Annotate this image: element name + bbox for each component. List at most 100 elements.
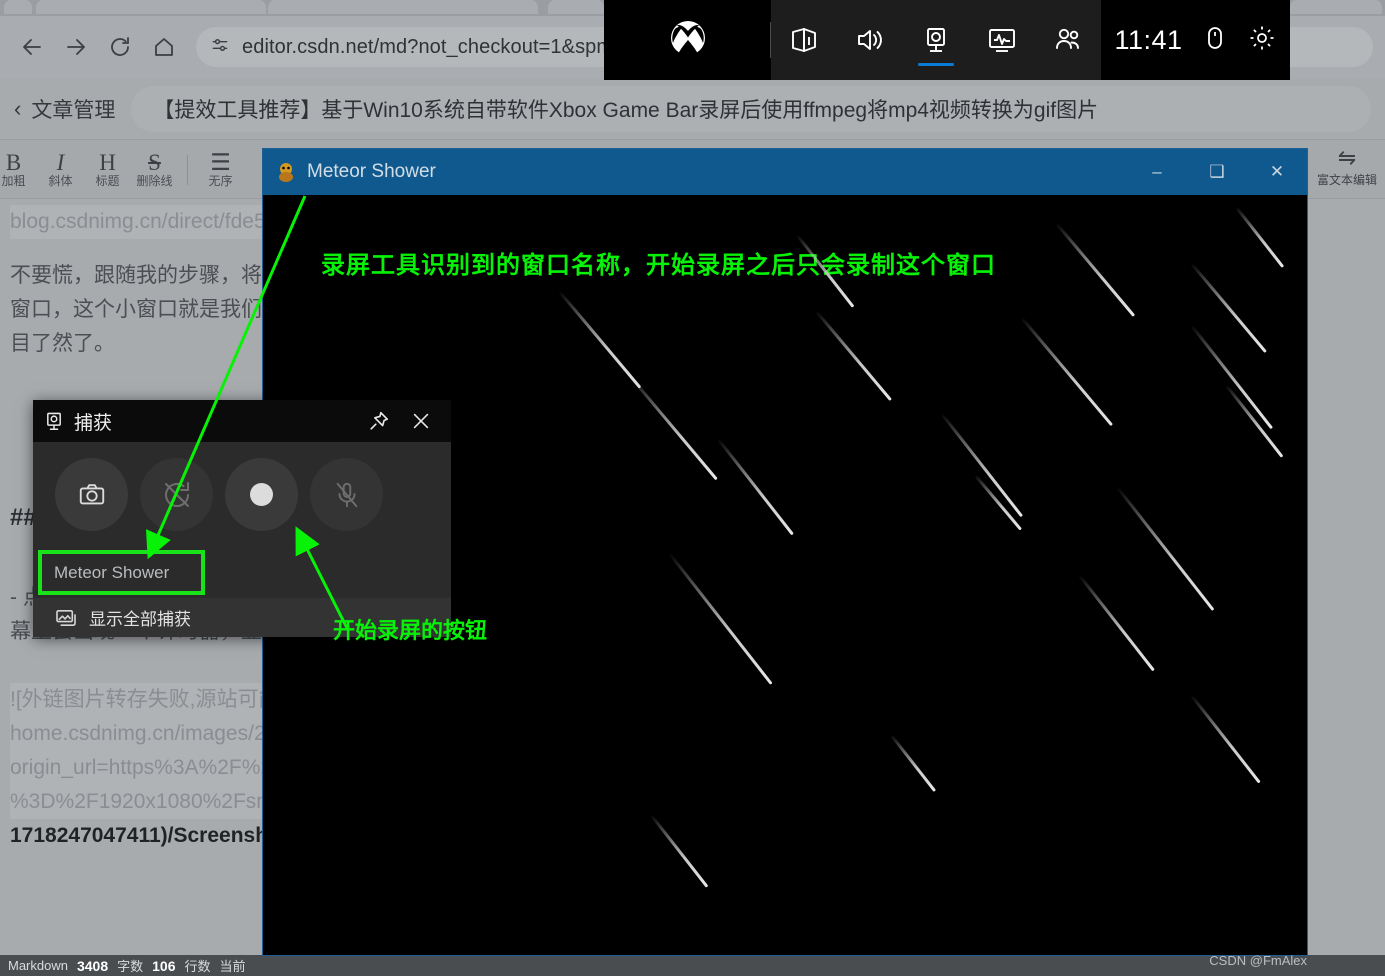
meteor-streak: [815, 311, 892, 402]
breadcrumb: ‹ 文章管理 【提效工具推荐】基于Win10系统自带软件Xbox Game Ba…: [0, 78, 1385, 140]
gamebar-divider: [770, 22, 771, 58]
tab-item[interactable]: [36, 0, 266, 14]
toolbar-strikethrough-label: 删除线: [136, 174, 173, 188]
mouse-icon[interactable]: [1201, 24, 1229, 57]
clock-time: 11:41: [1114, 24, 1183, 55]
meteor-streak: [1190, 695, 1261, 784]
meteor-streak: [1078, 575, 1155, 672]
toolbar-divider: [187, 154, 188, 185]
audio-speaker-icon[interactable]: [841, 0, 899, 80]
meteor-streak: [890, 735, 937, 793]
gear-icon[interactable]: [1247, 23, 1277, 58]
bold-icon: B: [5, 150, 22, 175]
status-bar: Markdown 3408 字数 106 行数 当前: [0, 955, 1385, 976]
meteor-streak: [668, 553, 773, 685]
article-title-input[interactable]: 【提效工具推荐】基于Win10系统自带软件Xbox Game Bar录屏后使用f…: [131, 85, 1371, 132]
meteor-streak: [650, 815, 709, 888]
status-linecount-value: 106: [152, 957, 176, 974]
meteor-streak: [628, 375, 718, 481]
article-title-text: 【提效工具推荐】基于Win10系统自带软件Xbox Game Bar录屏后使用f…: [153, 98, 1099, 122]
meteor-streak: [1235, 207, 1285, 268]
toolbar-heading-label: 标题: [95, 174, 120, 188]
toolbar-bold-label: 加粗: [1, 174, 26, 188]
tab-item[interactable]: [4, 0, 32, 14]
close-icon[interactable]: [401, 400, 441, 442]
status-format: Markdown: [8, 958, 68, 973]
csdn-watermark: CSDN @FmAlex: [1209, 953, 1307, 968]
active-tab-underline: [918, 63, 954, 66]
annotation-window-name: 录屏工具识别到的窗口名称，开始录屏之后只会录制这个窗口: [321, 250, 996, 279]
heading-icon: H: [99, 150, 116, 175]
meteor-streak: [1055, 223, 1136, 317]
strikethrough-icon: S: [148, 150, 161, 175]
toolbar-bold-button[interactable]: B 加粗: [0, 151, 37, 188]
toolbar-rich-text-toggle[interactable]: ⇋ 富文本编辑: [1317, 145, 1377, 188]
breadcrumb-article-management[interactable]: 文章管理: [31, 94, 115, 124]
status-wordcount-label: 字数: [117, 959, 144, 974]
toolbar-unordered-list-button[interactable]: ☰ 无序: [197, 151, 244, 188]
record-dot-icon: [250, 483, 273, 506]
capture-icon[interactable]: [907, 0, 965, 80]
forward-arrow-icon[interactable]: [56, 27, 96, 67]
window-controls: – ❑ ✕: [1127, 149, 1307, 195]
screenshot-button[interactable]: [55, 458, 128, 531]
meteor-streak: [558, 291, 642, 389]
xbox-game-bar-toolbar: 11:41: [604, 0, 1290, 80]
toolbar-heading-button[interactable]: H 标题: [84, 151, 131, 188]
tab-item[interactable]: [548, 0, 604, 14]
capture-target-label: Meteor Shower: [54, 562, 170, 582]
meteor-streak: [1225, 385, 1284, 458]
annotation-record-button: 开始录屏的按钮: [333, 618, 488, 644]
meteor-streak: [940, 413, 1024, 518]
meteor-streak: [1020, 317, 1113, 427]
capture-widget-titlebar: 捕获: [33, 400, 451, 442]
record-last-30s-button[interactable]: [140, 458, 213, 531]
reload-icon[interactable]: [100, 27, 140, 67]
gamebar-widget-group: [771, 0, 1101, 80]
mic-toggle-button[interactable]: [310, 458, 383, 531]
gamebar-right-group: 11:41: [1101, 0, 1290, 80]
pin-icon[interactable]: [359, 400, 399, 442]
capture-widget-actions: [359, 400, 441, 442]
meteor-streak: [717, 439, 794, 536]
minimize-button[interactable]: –: [1127, 149, 1187, 195]
status-linecount-label: 行数: [184, 959, 211, 974]
capture-target-highlight[interactable]: Meteor Shower: [38, 550, 205, 595]
breadcrumb-back-icon[interactable]: ‹: [14, 96, 21, 122]
gamebar-left-group: [604, 0, 771, 80]
xbox-social-icon[interactable]: [1039, 0, 1097, 80]
meteor-streak: [1190, 325, 1274, 430]
show-all-captures-label: 显示全部捕获: [89, 610, 191, 629]
back-arrow-icon[interactable]: [12, 27, 52, 67]
unordered-list-icon: ☰: [210, 150, 231, 175]
site-settings-icon[interactable]: [210, 35, 230, 60]
capture-widget-title: 捕获: [74, 412, 113, 434]
status-wordcount-value: 3408: [76, 957, 109, 974]
home-icon[interactable]: [144, 27, 184, 67]
tab-item[interactable]: [1290, 0, 1382, 14]
widget-menu-icon[interactable]: [775, 0, 833, 80]
xbox-logo-icon[interactable]: [668, 18, 708, 63]
start-recording-button[interactable]: [225, 458, 298, 531]
performance-monitor-icon[interactable]: [973, 0, 1031, 80]
capture-buttons-row: [33, 442, 451, 531]
meteor-shower-titlebar[interactable]: Meteor Shower – ❑ ✕: [263, 149, 1307, 195]
toolbar-italic-label: 斜体: [48, 174, 73, 188]
gallery-icon: [55, 609, 77, 627]
capture-widget[interactable]: 捕获 Meteor Shower 显示全部捕获: [33, 400, 451, 637]
italic-icon: I: [56, 150, 65, 175]
switch-editor-icon: ⇋: [1337, 145, 1357, 170]
meteor-streak: [1116, 487, 1215, 611]
capture-icon: [43, 410, 65, 432]
toolbar-strikethrough-button[interactable]: S 删除线: [131, 151, 178, 188]
meteor-shower-title: Meteor Shower: [307, 161, 436, 182]
close-button[interactable]: ✕: [1247, 149, 1307, 195]
toolbar-rich-text-label: 富文本编辑: [1317, 173, 1378, 187]
toolbar-italic-button[interactable]: I 斜体: [37, 151, 84, 188]
tab-item[interactable]: [268, 0, 538, 14]
toolbar-unordered-label: 无序: [208, 174, 233, 188]
app-icon: [275, 161, 297, 183]
status-current-label: 当前: [219, 959, 246, 974]
address-bar-text: editor.csdn.net/md?not_checkout=1&spm: [242, 35, 614, 58]
maximize-button[interactable]: ❑: [1187, 149, 1247, 195]
